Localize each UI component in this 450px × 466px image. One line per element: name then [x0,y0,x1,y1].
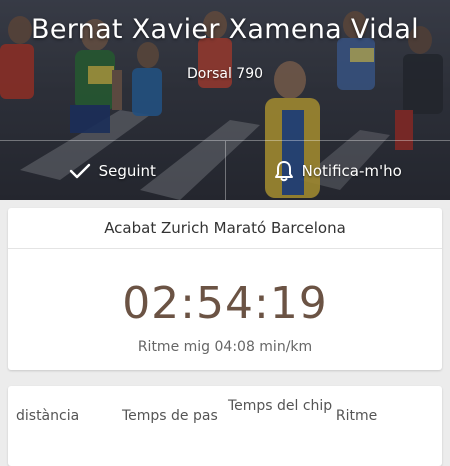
finish-time: 02:54:19 [8,278,442,329]
average-pace: Ritme mig 04:08 min/km [8,339,442,355]
follow-button[interactable]: Seguint [0,141,225,200]
action-bar: Seguint Notifica-m'ho [0,140,450,200]
column-header-distance: distància [16,396,122,426]
hero-banner: Bernat Xavier Xamena Vidal Dorsal 790 Se… [0,0,450,200]
splits-header: distància Temps de pas Temps del chip Ri… [8,386,442,426]
notify-label: Notifica-m'ho [302,162,402,180]
bell-icon [274,160,294,182]
result-title: Acabat Zurich Marató Barcelona [8,208,442,249]
checkmark-icon [69,162,91,180]
follow-label: Seguint [99,162,156,180]
column-header-chip-time: Temps del chip [228,396,336,426]
runner-name: Bernat Xavier Xamena Vidal [0,14,450,45]
splits-card: distància Temps de pas Temps del chip Ri… [8,386,442,466]
column-header-split-time: Temps de pas [122,396,228,426]
result-card: Acabat Zurich Marató Barcelona 02:54:19 … [8,208,442,370]
column-header-pace: Ritme [336,396,434,426]
bib-number: Dorsal 790 [0,66,450,82]
notify-button[interactable]: Notifica-m'ho [225,141,450,200]
